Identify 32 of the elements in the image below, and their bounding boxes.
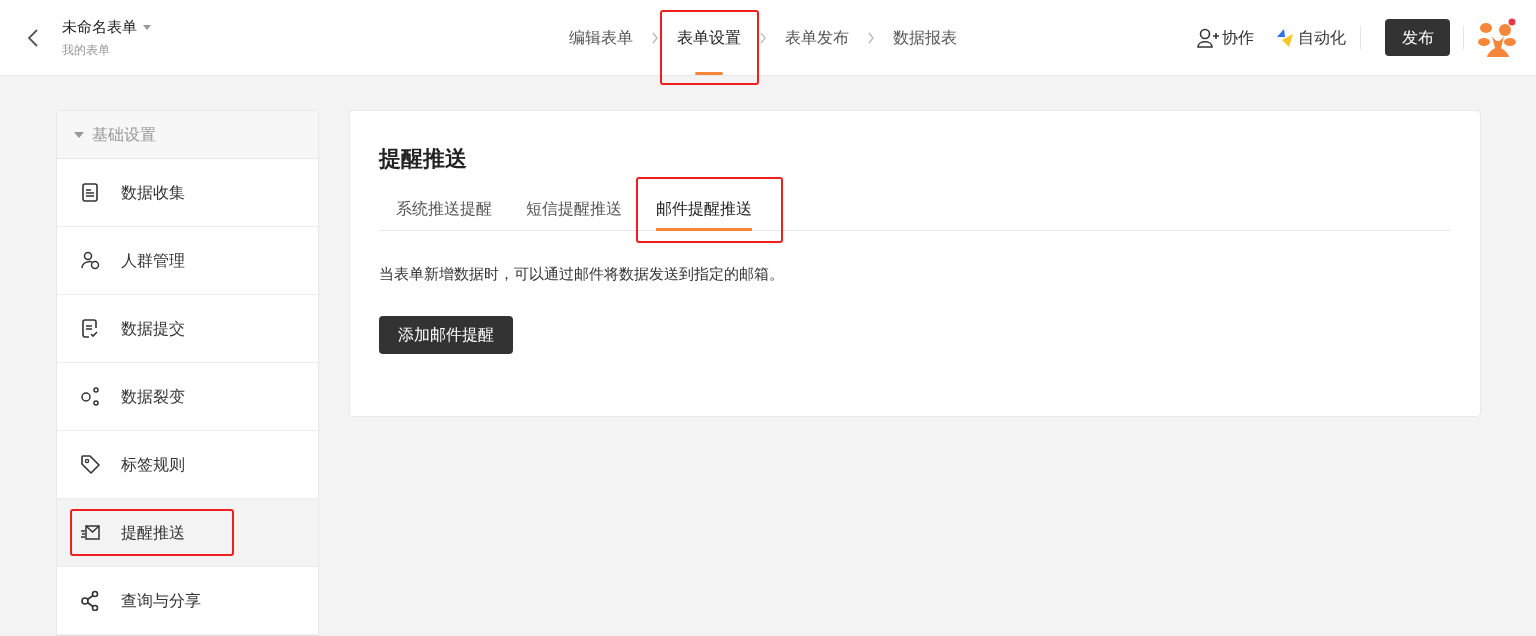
step-tab[interactable]: 编辑表单 bbox=[569, 26, 633, 50]
add-user-icon bbox=[1196, 26, 1220, 49]
chevron-icon bbox=[759, 32, 767, 44]
chevron-icon bbox=[651, 32, 659, 44]
nodes-icon bbox=[80, 386, 100, 407]
caret-icon[interactable] bbox=[143, 24, 151, 31]
back-icon[interactable] bbox=[26, 27, 40, 48]
panel-title: 提醒推送 bbox=[379, 145, 468, 173]
tab[interactable]: 邮件提醒推送 bbox=[656, 187, 752, 230]
step-tab[interactable]: 数据报表 bbox=[893, 26, 957, 50]
chevron-icon bbox=[867, 32, 875, 44]
active-underline bbox=[695, 72, 723, 75]
mail-icon bbox=[80, 522, 100, 543]
automation-button[interactable]: 自动化 bbox=[1276, 25, 1346, 50]
collaborate-button[interactable]: 协作 bbox=[1196, 25, 1254, 50]
step-tab[interactable]: 表单设置 bbox=[677, 26, 741, 50]
add-reminder-button[interactable]: 添加邮件提醒 bbox=[379, 315, 513, 354]
tag-icon bbox=[80, 454, 100, 475]
share-icon bbox=[80, 590, 100, 611]
sidebar-item[interactable]: 提醒推送 bbox=[57, 499, 318, 567]
user-group-icon bbox=[80, 250, 100, 271]
step-tab[interactable]: 表单发布 bbox=[785, 26, 849, 50]
logo-icon bbox=[1478, 17, 1518, 58]
publish-button[interactable]: 发布 bbox=[1385, 19, 1450, 56]
tab[interactable]: 系统推送提醒 bbox=[396, 187, 492, 230]
description-text: 当表单新增数据时，可以通过邮件将数据发送到指定的邮箱。 bbox=[379, 264, 785, 284]
document-icon bbox=[80, 182, 100, 203]
form-title: 未命名表单 bbox=[62, 17, 137, 38]
tab[interactable]: 短信提醒推送 bbox=[526, 187, 622, 230]
form-folder: 我的表单 bbox=[62, 41, 111, 59]
lightning-icon bbox=[1276, 27, 1294, 48]
document-check-icon bbox=[80, 318, 100, 339]
